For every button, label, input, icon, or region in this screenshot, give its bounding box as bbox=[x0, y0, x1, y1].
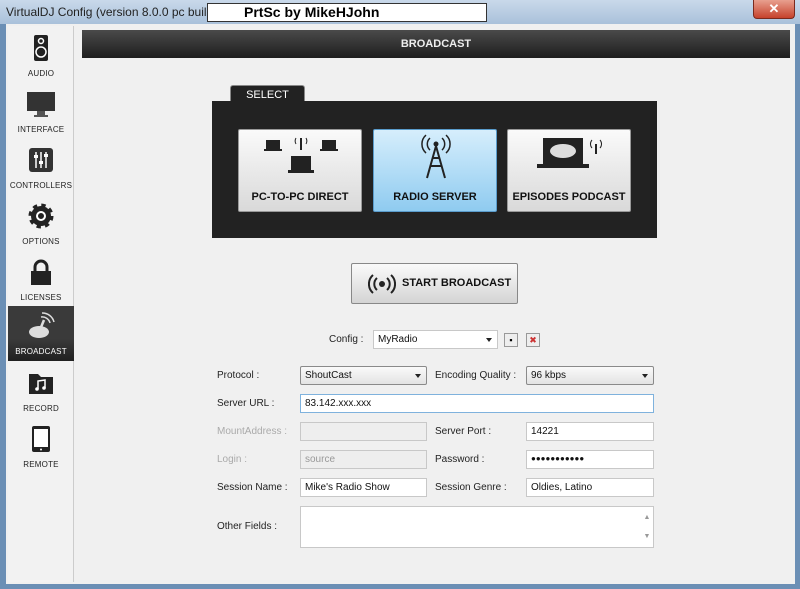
delete-icon: ✖ bbox=[529, 335, 537, 345]
episodes-podcast-button[interactable]: EPISODES PODCAST bbox=[507, 129, 631, 212]
speaker-icon bbox=[34, 35, 48, 61]
sidebar-item-label: RECORD bbox=[23, 404, 59, 413]
server-url-input[interactable]: 83.142.xxx.xxx bbox=[300, 394, 654, 413]
session-genre-input[interactable]: Oldies, Latino bbox=[526, 478, 654, 497]
login-input[interactable]: source bbox=[300, 450, 427, 469]
password-label: Password : bbox=[435, 454, 485, 465]
chevron-down-icon bbox=[642, 374, 648, 378]
save-icon: ▪ bbox=[509, 335, 513, 345]
sidebar-item-remote[interactable]: REMOTE bbox=[8, 419, 74, 474]
sidebar: AUDIO INTERFACE CONTROLLERS OPTIONS LICE… bbox=[8, 26, 74, 582]
config-value: MyRadio bbox=[378, 334, 418, 345]
protocol-label: Protocol : bbox=[217, 370, 260, 381]
sidebar-item-audio[interactable]: AUDIO bbox=[8, 28, 74, 83]
tablet-icon bbox=[32, 426, 50, 452]
sidebar-item-label: INTERFACE bbox=[17, 125, 65, 134]
start-broadcast-button[interactable]: START BROADCAST bbox=[351, 263, 518, 304]
other-fields-textarea[interactable] bbox=[300, 506, 654, 548]
delete-config-button[interactable]: ✖ bbox=[526, 333, 540, 347]
session-name-input[interactable]: Mike's Radio Show bbox=[300, 478, 427, 497]
sidebar-item-controllers[interactable]: CONTROLLERS bbox=[8, 140, 74, 195]
sidebar-item-interface[interactable]: INTERFACE bbox=[8, 84, 74, 139]
password-input[interactable]: ●●●●●●●●●●● bbox=[526, 450, 654, 469]
config-select[interactable]: MyRadio bbox=[373, 330, 498, 349]
music-folder-icon bbox=[29, 374, 53, 394]
sidebar-item-record[interactable]: RECORD bbox=[8, 363, 74, 418]
sidebar-item-broadcast[interactable]: BROADCAST bbox=[8, 306, 74, 361]
sidebar-item-label: OPTIONS bbox=[22, 237, 60, 246]
session-name-label: Session Name : bbox=[217, 482, 288, 493]
sidebar-item-label: LICENSES bbox=[20, 293, 62, 302]
radio-server-button[interactable]: RADIO SERVER bbox=[373, 129, 497, 212]
sidebar-item-label: REMOTE bbox=[23, 460, 59, 469]
lock-icon bbox=[31, 259, 51, 285]
option-label: EPISODES PODCAST bbox=[512, 191, 626, 203]
config-window: AUDIO INTERFACE CONTROLLERS OPTIONS LICE… bbox=[6, 24, 795, 584]
scrollbar[interactable]: ▲ ▼ bbox=[641, 508, 653, 546]
protocol-select[interactable]: ShoutCast bbox=[300, 366, 427, 385]
server-url-label: Server URL : bbox=[217, 398, 275, 409]
start-broadcast-label: START BROADCAST bbox=[402, 277, 512, 289]
sliders-icon bbox=[29, 148, 53, 172]
podcast-laptop-icon bbox=[537, 138, 602, 168]
option-label: RADIO SERVER bbox=[393, 191, 477, 203]
protocol-value: ShoutCast bbox=[305, 370, 352, 381]
save-config-button[interactable]: ▪ bbox=[504, 333, 518, 347]
broadcast-waves-icon bbox=[368, 274, 396, 294]
encoding-quality-select[interactable]: 96 kbps bbox=[526, 366, 654, 385]
login-label: Login : bbox=[217, 454, 248, 465]
session-genre-label: Session Genre : bbox=[435, 482, 507, 493]
radio-tower-icon bbox=[421, 134, 451, 179]
encoding-quality-label: Encoding Quality : bbox=[435, 370, 517, 381]
mount-address-input[interactable] bbox=[300, 422, 427, 441]
main-panel: BROADCAST SELECT PC-TO-PC DIRECT RADIO S… bbox=[76, 24, 795, 584]
pc-to-pc-direct-button[interactable]: PC-TO-PC DIRECT bbox=[238, 129, 362, 212]
close-button[interactable]: ✕ bbox=[753, 0, 795, 19]
config-label: Config : bbox=[329, 334, 364, 345]
satellite-dish-icon bbox=[29, 312, 55, 338]
monitor-icon bbox=[27, 92, 55, 117]
sidebar-item-label: CONTROLLERS bbox=[9, 181, 73, 190]
other-fields-label: Other Fields : bbox=[217, 521, 278, 532]
chevron-down-icon bbox=[486, 338, 492, 342]
page-title: BROADCAST bbox=[82, 30, 790, 58]
server-port-input[interactable]: 14221 bbox=[526, 422, 654, 441]
sidebar-item-licenses[interactable]: LICENSES bbox=[8, 252, 74, 307]
option-label: PC-TO-PC DIRECT bbox=[251, 191, 349, 203]
sidebar-item-label: AUDIO bbox=[27, 69, 55, 78]
pc-network-icon bbox=[264, 137, 338, 173]
sidebar-item-label: BROADCAST bbox=[15, 347, 67, 356]
server-port-label: Server Port : bbox=[435, 426, 492, 437]
gear-icon bbox=[28, 203, 54, 229]
chevron-down-icon bbox=[415, 374, 421, 378]
watermark: PrtSc by MikeHJohn bbox=[207, 3, 487, 22]
select-tab: SELECT bbox=[230, 85, 305, 102]
mount-address-label: MountAddress : bbox=[217, 426, 288, 437]
title-bar: VirtualDJ Config (version 8.0.0 pc build… bbox=[0, 0, 800, 24]
broadcast-type-selector: PC-TO-PC DIRECT RADIO SERVER EPISODES PO… bbox=[212, 101, 657, 238]
sidebar-item-options[interactable]: OPTIONS bbox=[8, 196, 74, 251]
encoding-quality-value: 96 kbps bbox=[531, 370, 567, 381]
